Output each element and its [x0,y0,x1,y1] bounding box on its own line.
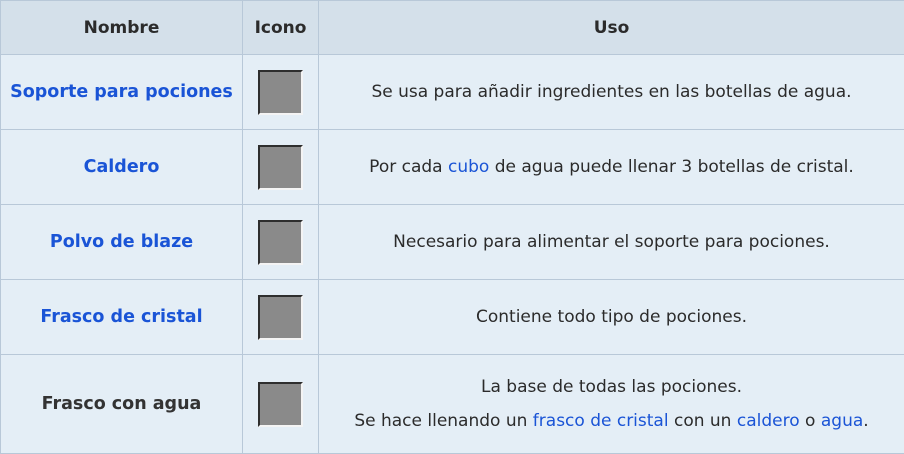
cauldron-icon [258,144,303,190]
use-text: Se hace llenando un [354,411,533,431]
use-text: de agua puede llenar 3 botellas de crist… [489,157,854,177]
item-link[interactable]: Polvo de blaze [50,232,193,252]
caldero-link[interactable]: caldero [737,411,800,431]
glass-bottle-icon [258,294,303,340]
item-link[interactable]: Caldero [84,157,160,177]
icon-cell [242,279,319,355]
table-row: Polvo de blaze Necesario para alimentar … [0,204,904,280]
blaze-powder-icon [258,219,303,265]
use-text: . [863,411,869,431]
header-use: Uso [318,0,904,55]
name-cell: Polvo de blaze [0,204,243,280]
use-cell: Por cada cubo de agua puede llenar 3 bot… [318,129,904,205]
water-bottle-icon [258,381,303,427]
use-line-2: Se hace llenando un frasco de cristal co… [319,411,904,431]
use-line-1: La base de todas las pociones. [481,377,742,397]
icon-cell [242,54,319,130]
table-row: Frasco de cristal Contiene todo tipo de … [0,279,904,355]
icon-cell [242,204,319,280]
use-cell: Necesario para alimentar el soporte para… [318,204,904,280]
header-row: Nombre Icono Uso [0,0,904,55]
agua-link[interactable]: agua [821,411,863,431]
use-text: o [799,411,821,431]
table-row: Soporte para pociones Se usa para añadir… [0,54,904,130]
icon-cell [242,354,319,454]
brewing-stand-icon [258,69,303,115]
table-row: Caldero Por cada cubo de agua puede llen… [0,129,904,205]
item-link[interactable]: Frasco de cristal [40,307,202,327]
name-cell: Frasco con agua [0,354,243,454]
frasco-de-cristal-link[interactable]: frasco de cristal [533,411,669,431]
potions-table: Nombre Icono Uso Soporte para pociones S… [0,0,904,454]
cubo-link[interactable]: cubo [448,157,489,177]
icon-cell [242,129,319,205]
use-cell: La base de todas las pociones. Se hace l… [318,354,904,454]
use-text: con un [668,411,737,431]
name-cell: Caldero [0,129,243,205]
header-name: Nombre [0,0,243,55]
name-cell: Frasco de cristal [0,279,243,355]
table-row: Frasco con agua La base de todas las poc… [0,354,904,454]
use-cell: Se usa para añadir ingredientes en las b… [318,54,904,130]
item-link[interactable]: Soporte para pociones [10,82,233,102]
name-cell: Soporte para pociones [0,54,243,130]
use-cell: Contiene todo tipo de pociones. [318,279,904,355]
use-text: Por cada [369,157,448,177]
header-icon: Icono [242,0,319,55]
